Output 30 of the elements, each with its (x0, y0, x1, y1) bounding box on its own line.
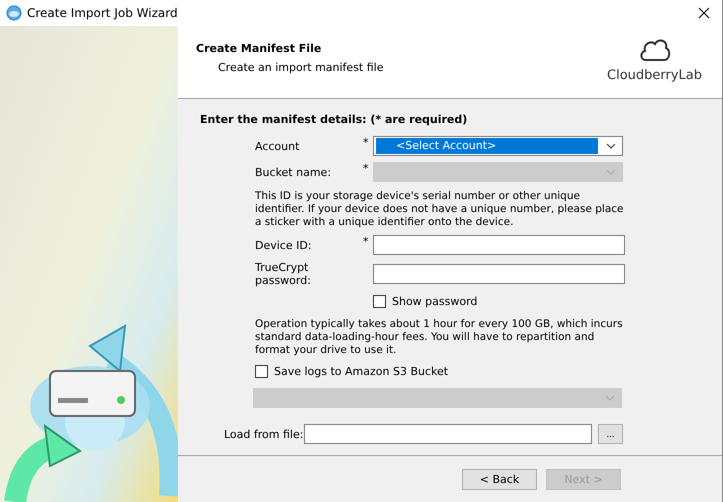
page-title: Create Manifest File (196, 42, 322, 55)
caret-icon (605, 395, 615, 401)
caret-icon (606, 169, 616, 175)
field-label: Account (255, 140, 300, 152)
browse-button[interactable]: ... (598, 424, 623, 444)
device-id-note: This ID is your storage device's serial number or other unique identifier. If your device does not have a unique number, please place a sticker with a unique identifier onto the device. (254, 190, 624, 229)
checkbox-label[interactable]: Show password (392, 295, 478, 308)
file-path-field[interactable] (304, 424, 592, 444)
field-label: Load from file: (224, 428, 304, 440)
checkbox[interactable] (255, 365, 268, 378)
checkbox[interactable] (373, 295, 386, 308)
window-title: Create Import Job Wizard (27, 6, 179, 20)
field-label: TrueCrypt password: (255, 261, 312, 287)
logo-text: CloudberryLab (607, 68, 702, 83)
field-label: Device ID: (255, 238, 313, 252)
caret-icon (606, 143, 616, 149)
required-mark: * (363, 235, 370, 248)
device-id-field[interactable] (373, 235, 625, 255)
wizard-button[interactable]: < Back (462, 468, 537, 490)
required-mark: * (363, 136, 370, 149)
page-subtitle: Create an import manifest file (218, 61, 384, 74)
checkbox-label[interactable]: Save logs to Amazon S3 Bucket (274, 365, 448, 378)
form-heading: Enter the manifest details: (* are required) (200, 113, 468, 126)
operation-note: Operation typically takes about 1 hour for every 100 GB, which incurs standard data-loading-hour fees. You will have to repartition and format your drive to use it. (254, 318, 624, 357)
account-dropdown[interactable]: <Select Account> (373, 136, 623, 156)
required-mark: * (363, 162, 370, 175)
field-label: Bucket name: (255, 166, 332, 178)
close-icon[interactable] (698, 7, 710, 19)
password-field[interactable] (373, 264, 625, 284)
app-icon (6, 5, 22, 21)
